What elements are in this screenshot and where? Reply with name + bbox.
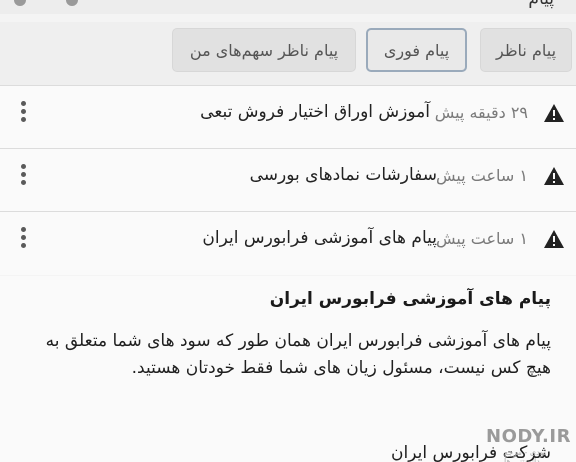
message-detail-body: پیام های آموزشی فرابورس ایران همان طور ک…: [45, 331, 551, 378]
tab-my-stocks-supervisor-messages[interactable]: پیام ناظر سهم‌های من: [172, 28, 356, 72]
back-icon[interactable]: [14, 0, 26, 6]
warning-icon: [544, 167, 564, 185]
tab-urgent-messages[interactable]: پیام فوری: [366, 28, 467, 72]
more-options-icon[interactable]: [19, 164, 27, 188]
watermark-subtitle: نودی - مرجع دانستنی ها: [504, 448, 547, 462]
message-row[interactable]: ۱ ساعت پیش سفارشات نمادهای بورسی: [0, 149, 576, 212]
message-time: ۲۹ دقیقه پیش: [434, 103, 528, 122]
message-tabs: پیام ناظر پیام فوری پیام ناظر سهم‌های من: [0, 22, 576, 86]
warning-icon: [544, 230, 564, 248]
warning-icon: [544, 104, 564, 122]
watermark-logo: NODY.IR نودی - مرجع دانستنی ها: [486, 426, 570, 462]
message-subject: سفارشات نمادهای بورسی: [249, 165, 437, 185]
more-options-icon[interactable]: [19, 101, 27, 125]
more-options-icon[interactable]: [19, 227, 27, 251]
message-subject: آموزش اوراق اختیار فروش تبعی: [200, 102, 430, 122]
watermark-brand: NODY.IR: [486, 426, 571, 447]
message-row[interactable]: ۲۹ دقیقه پیش آموزش اوراق اختیار فروش تبع…: [0, 86, 576, 149]
menu-icon[interactable]: [66, 0, 78, 6]
message-subject: پیام های آموزشی فرابورس ایران: [202, 228, 437, 248]
tab-supervisor-messages[interactable]: پیام ناظر: [480, 28, 572, 72]
message-time: ۱ ساعت پیش: [436, 166, 528, 185]
app-header: پیام: [0, 0, 576, 14]
message-detail-title: پیام های آموزشی فرابورس ایران: [269, 289, 551, 309]
message-time: ۱ ساعت پیش: [436, 229, 528, 248]
page-title: پیام: [528, 0, 554, 9]
message-row[interactable]: ۱ ساعت پیش پیام های آموزشی فرابورس ایران: [0, 212, 576, 275]
message-list: ۲۹ دقیقه پیش آموزش اوراق اختیار فروش تبع…: [0, 86, 576, 275]
